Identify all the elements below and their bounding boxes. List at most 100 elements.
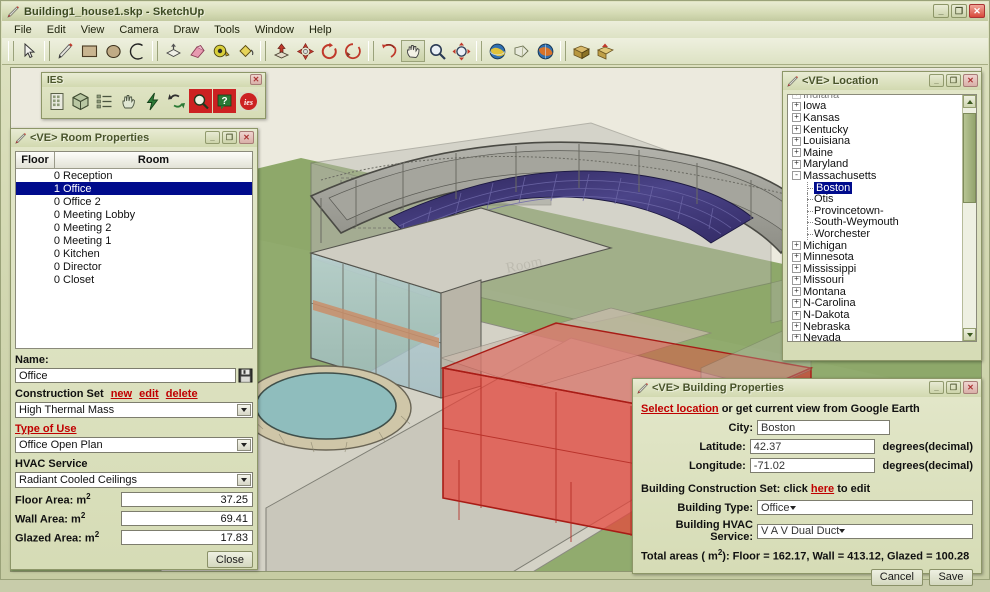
construction-set-delete-link[interactable]: delete [166, 388, 198, 400]
expander-icon[interactable]: + [792, 159, 801, 169]
refresh-sync-icon[interactable] [165, 89, 188, 113]
toolbar-grip-6[interactable] [476, 41, 482, 61]
offset-tool-icon[interactable] [377, 40, 401, 62]
scrollbar-thumb[interactable] [963, 113, 976, 203]
menu-draw[interactable]: Draw [166, 23, 206, 37]
hvac-service-dropdown[interactable]: Radiant Cooled Ceilings [15, 472, 253, 488]
table-row[interactable]: 0 Closet [16, 273, 252, 286]
tree-item-south-weymouth[interactable]: South-Weymouth [792, 216, 976, 228]
expander-icon[interactable]: + [792, 241, 801, 251]
orbit-globe-tool-icon[interactable] [485, 40, 509, 62]
table-row[interactable]: 0 Meeting 2 [16, 221, 252, 234]
location-minimize-button[interactable]: _ [929, 74, 944, 87]
building-properties-titlebar[interactable]: <VE> Building Properties _ ❐ ✕ [633, 379, 981, 397]
pushpull-tool-icon[interactable] [161, 40, 185, 62]
scroll-down-button[interactable] [963, 328, 976, 341]
expander-icon[interactable]: + [792, 95, 801, 100]
rectangle-tool-icon[interactable] [77, 40, 101, 62]
select-location-link[interactable]: Select location [641, 403, 719, 415]
tree-item-maine[interactable]: + Maine [792, 147, 976, 159]
menu-edit[interactable]: Edit [40, 23, 73, 37]
ies-toolbar-close-button[interactable]: ✕ [250, 74, 262, 85]
location-tree[interactable]: + Indiana + Iowa + Kansas + Kentucky + Louisi… [787, 94, 977, 342]
move-tool-icon[interactable] [269, 40, 293, 62]
zoom-extents-tool-icon[interactable] [449, 40, 473, 62]
expander-icon[interactable]: + [792, 125, 801, 135]
room-properties-titlebar[interactable]: <VE> Room Properties _ ❐ ✕ [11, 129, 257, 147]
expander-icon[interactable]: + [792, 333, 801, 341]
paint-bucket-tool-icon[interactable] [233, 40, 257, 62]
expander-icon[interactable]: + [792, 264, 801, 274]
pencil-line-tool-icon[interactable] [53, 40, 77, 62]
table-row[interactable]: 0 Meeting 1 [16, 234, 252, 247]
toolbar-grip-3[interactable] [152, 41, 158, 61]
table-row[interactable]: 0 Office 2 [16, 195, 252, 208]
expander-icon[interactable]: + [792, 136, 801, 146]
building-properties-close-button[interactable]: ✕ [963, 381, 978, 394]
menu-window[interactable]: Window [248, 23, 301, 37]
pan-hand-tool-icon[interactable] [401, 40, 425, 62]
menu-view[interactable]: View [74, 23, 112, 37]
tree-item-indiana[interactable]: + Indiana [792, 95, 976, 101]
construction-set-new-link[interactable]: new [111, 388, 132, 400]
city-input[interactable]: Boston [757, 420, 890, 435]
expander-icon[interactable]: + [792, 310, 801, 320]
tree-item-maryland[interactable]: + Maryland [792, 158, 976, 170]
grid-building-icon[interactable] [45, 89, 68, 113]
toolbar-grip[interactable] [8, 41, 14, 61]
floppy-save-icon[interactable] [238, 368, 253, 383]
tree-scrollbar[interactable] [962, 95, 976, 341]
tree-item-minnesota[interactable]: + Minnesota [792, 251, 976, 263]
zoom-magnifier-tool-icon[interactable] [425, 40, 449, 62]
tree-item-n-carolina[interactable]: + N-Carolina [792, 297, 976, 309]
chevron-down-icon[interactable] [839, 529, 846, 533]
google-earth-tool-icon[interactable] [533, 40, 557, 62]
toolbar-grip-4[interactable] [260, 41, 266, 61]
table-row[interactable]: 0 Kitchen [16, 247, 252, 260]
table-row[interactable]: 0 Director [16, 260, 252, 273]
tree-item-nevada[interactable]: + Nevada [792, 332, 976, 341]
room-properties-close-button[interactable]: ✕ [239, 131, 254, 144]
menu-camera[interactable]: Camera [112, 23, 165, 37]
chevron-down-icon[interactable] [237, 404, 251, 416]
tree-item-n-dakota[interactable]: + N-Dakota [792, 309, 976, 321]
tree-item-massachusetts[interactable]: - Massachusetts [792, 170, 976, 182]
table-row[interactable]: 0 Meeting Lobby [16, 208, 252, 221]
position-camera-tool-icon[interactable] [509, 40, 533, 62]
close-button[interactable]: ✕ [969, 4, 985, 18]
lightning-energy-icon[interactable] [141, 89, 164, 113]
column-header-room[interactable]: Room [55, 152, 252, 168]
table-row[interactable]: 0 Reception [16, 169, 252, 182]
building-properties-minimize-button[interactable]: _ [929, 381, 944, 394]
search-results-icon[interactable] [189, 89, 212, 113]
construction-set-dropdown[interactable]: High Thermal Mass [15, 402, 253, 418]
table-row[interactable]: 1 Office [16, 182, 252, 195]
latitude-input[interactable]: 42.37 [749, 439, 875, 454]
chevron-down-icon[interactable] [237, 439, 251, 451]
column-header-floor[interactable]: Floor [16, 152, 55, 168]
save-button[interactable]: Save [929, 568, 973, 586]
expander-icon[interactable]: + [792, 148, 801, 158]
expander-icon[interactable]: + [792, 252, 801, 262]
expander-icon[interactable]: + [792, 287, 801, 297]
menu-file[interactable]: File [7, 23, 39, 37]
tree-item-louisiana[interactable]: + Louisiana [792, 135, 976, 147]
rotate-tool-icon[interactable] [317, 40, 341, 62]
circle-tool-icon[interactable] [101, 40, 125, 62]
list-properties-icon[interactable] [93, 89, 116, 113]
cancel-button[interactable]: Cancel [870, 568, 923, 586]
building-hvac-dropdown[interactable]: V A V Dual Duct [757, 523, 973, 539]
tree-item-otis[interactable]: Otis [792, 193, 976, 205]
cube-model-icon[interactable] [69, 89, 92, 113]
location-maximize-button[interactable]: ❐ [946, 74, 961, 87]
tree-item-worchester[interactable]: Worchester [792, 228, 976, 240]
menu-help[interactable]: Help [302, 23, 339, 37]
longitude-input[interactable]: -71.02 [749, 458, 875, 473]
construction-set-edit-link[interactable]: edit [139, 388, 159, 400]
select-arrow-tool-icon[interactable] [17, 40, 41, 62]
expander-icon[interactable]: + [792, 298, 801, 308]
scroll-up-button[interactable] [963, 95, 976, 108]
construction-set-here-link[interactable]: here [811, 483, 834, 495]
help-question-icon[interactable]: ? [213, 89, 236, 113]
tree-item-montana[interactable]: + Montana [792, 286, 976, 298]
